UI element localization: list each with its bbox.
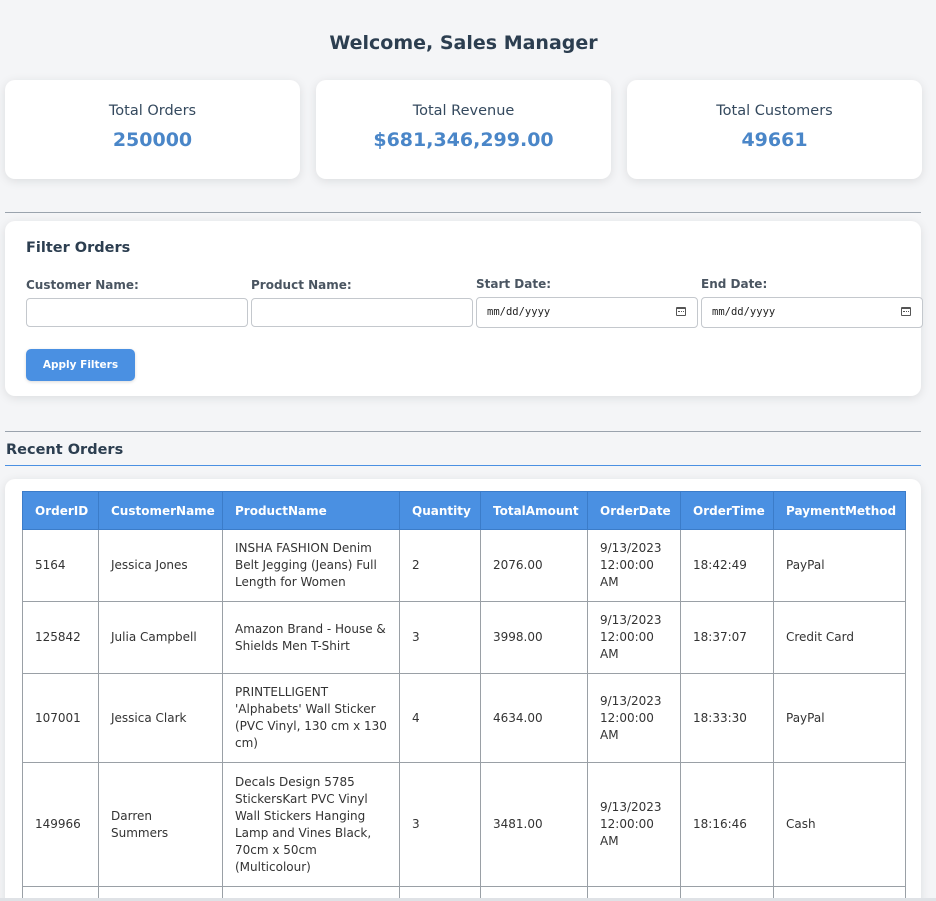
table-row[interactable]: 149966 Darren Summers Decals Design 5785… [22,762,906,887]
cell-totalamount: 3481.00 [480,762,588,887]
stat-label: Total Orders [108,103,197,119]
cell-orderid: 107001 [22,673,99,763]
cell-paymentmethod: Cash [773,762,906,887]
cell-orderid: 149966 [22,762,99,887]
cell-customername: Jessica Jones [98,529,223,602]
cell-ordertime: 18:16:46 [680,762,774,887]
calendar-icon[interactable] [676,307,686,316]
cell-ordertime: 18:42:49 [680,529,774,602]
stat-label: Total Revenue [412,103,515,119]
cell-paymentmethod: Credit Card [773,601,906,674]
customer-name-input[interactable] [26,298,248,327]
recent-orders-title: Recent Orders [6,442,124,458]
end-date-placeholder: mm/dd/yyyy [712,306,776,318]
table-row[interactable]: 107001 Jessica Clark PRINTELLIGENT 'Alph… [22,673,906,763]
cell-paymentmethod: PayPal [773,673,906,763]
filter-title: Filter Orders [26,240,131,256]
column-header-paymentmethod[interactable]: PaymentMethod [773,491,906,530]
column-header-quantity[interactable]: Quantity [399,491,481,530]
stat-card-total-orders: Total Orders 250000 [5,80,300,179]
divider [5,431,921,432]
column-header-customername[interactable]: CustomerName [98,491,223,530]
stat-label: Total Customers [716,103,833,119]
cell-productname: INSHA FASHION Denim Belt Jegging (Jeans)… [222,529,400,602]
start-date-label: Start Date: [476,277,552,291]
column-header-orderdate[interactable]: OrderDate [587,491,681,530]
cell-customername: Darren Summers [98,762,223,887]
cell-orderid: 5164 [22,529,99,602]
page-title: Welcome, Sales Manager [329,32,598,54]
table-header-row: OrderID CustomerName ProductName Quantit… [22,491,906,530]
divider [5,212,921,213]
filter-panel: Filter Orders Customer Name: Product Nam… [5,221,923,396]
orders-table-panel: OrderID CustomerName ProductName Quantit… [5,479,921,901]
orders-table: OrderID CustomerName ProductName Quantit… [22,491,906,901]
cell-totalamount: 2076.00 [480,529,588,602]
apply-filters-button[interactable]: Apply Filters [26,349,135,381]
table-row[interactable]: 5164 Jessica Jones INSHA FASHION Denim B… [22,529,906,602]
column-header-productname[interactable]: ProductName [222,491,400,530]
table-row[interactable]: 125842 Julia Campbell Amazon Brand - Hou… [22,601,906,674]
cell-orderdate: 9/13/2023 12:00:00 AM [587,673,681,763]
end-date-input[interactable]: mm/dd/yyyy [701,297,923,328]
product-name-label: Product Name: [251,278,352,292]
column-header-totalamount[interactable]: TotalAmount [480,491,588,530]
calendar-icon[interactable] [901,307,911,316]
start-date-placeholder: mm/dd/yyyy [487,306,551,318]
product-name-input[interactable] [251,298,473,327]
cell-quantity: 2 [399,529,481,602]
cell-productname: Decals Design 5785 StickersKart PVC Viny… [222,762,400,887]
cell-totalamount: 4634.00 [480,673,588,763]
stat-value: 250000 [112,129,193,151]
column-header-ordertime[interactable]: OrderTime [680,491,774,530]
cell-orderdate: 9/13/2023 12:00:00 AM [587,529,681,602]
cell-orderdate: 9/13/2023 12:00:00 AM [587,762,681,887]
cell-orderdate: 9/13/2023 12:00:00 AM [587,601,681,674]
cell-totalamount: 3998.00 [480,601,588,674]
start-date-input[interactable]: mm/dd/yyyy [476,297,698,328]
cell-ordertime: 18:33:30 [680,673,774,763]
cell-quantity: 3 [399,762,481,887]
stat-card-total-customers: Total Customers 49661 [627,80,922,179]
cell-productname: PRINTELLIGENT 'Alphabets' Wall Sticker (… [222,673,400,763]
dashboard-page: Welcome, Sales Manager Total Orders 2500… [0,0,936,901]
cell-paymentmethod: PayPal [773,529,906,602]
stat-card-total-revenue: Total Revenue $681,346,299.00 [316,80,611,179]
cell-productname: Amazon Brand - House & Shields Men T-Shi… [222,601,400,674]
column-header-orderid[interactable]: OrderID [22,491,99,530]
section-underline [5,465,921,466]
cell-quantity: 3 [399,601,481,674]
cell-ordertime: 18:37:07 [680,601,774,674]
stat-value: 49661 [741,129,808,151]
cell-customername: Julia Campbell [98,601,223,674]
cell-orderid: 125842 [22,601,99,674]
cell-customername: Jessica Clark [98,673,223,763]
end-date-label: End Date: [701,277,768,291]
customer-name-label: Customer Name: [26,278,139,292]
cell-quantity: 4 [399,673,481,763]
stat-value: $681,346,299.00 [373,129,554,151]
